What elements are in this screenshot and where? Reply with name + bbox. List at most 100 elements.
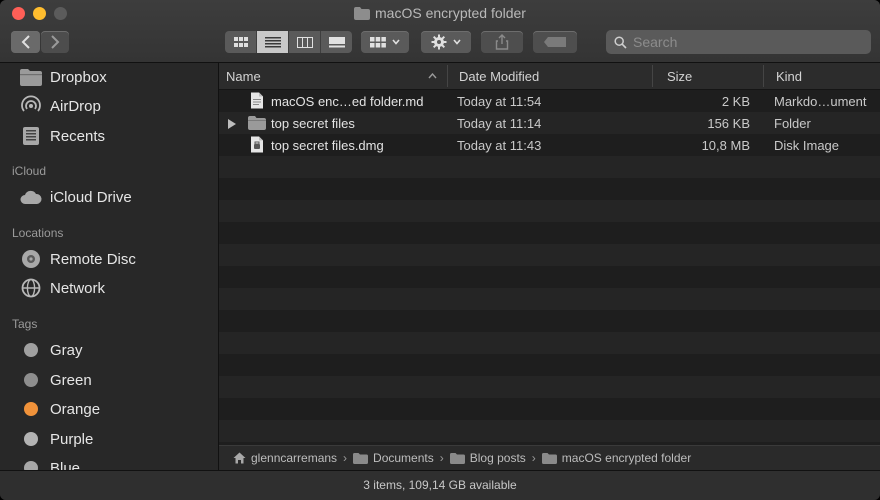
path-bar: glenncarremans › Documents › Blog posts …	[219, 445, 880, 470]
path-segment-current-folder[interactable]: macOS encrypted folder	[541, 451, 692, 465]
icon-view-button[interactable]	[225, 31, 257, 53]
path-separator-icon: ›	[343, 451, 348, 465]
file-kind: Disk Image	[774, 138, 840, 153]
sidebar-item-recents[interactable]: Recents	[20, 124, 105, 148]
column-view-button[interactable]	[289, 31, 321, 53]
column-header-kind[interactable]: Kind	[776, 69, 802, 84]
empty-row-stripe	[219, 156, 880, 178]
grid-icon	[233, 37, 248, 47]
gallery-icon	[328, 36, 345, 47]
search-field[interactable]: Search	[606, 30, 871, 54]
file-date: Today at 11:54	[457, 94, 542, 109]
search-placeholder: Search	[633, 34, 678, 50]
gallery-view-button[interactable]	[321, 31, 352, 53]
column-header-bar: Name Date Modified Size Kind	[219, 63, 880, 90]
file-list: macOS enc…ed folder.md Today at 11:54 2 …	[219, 90, 880, 444]
chevron-right-icon	[51, 35, 60, 49]
file-kind: Folder	[774, 116, 811, 131]
tag-color-dot-icon	[24, 402, 38, 416]
window-title-text: macOS encrypted folder	[375, 5, 526, 21]
empty-row-stripe	[219, 288, 880, 310]
sidebar: Dropbox AirDrop Recents iCloud iCloud Dr…	[0, 63, 219, 500]
sidebar-item-label: Green	[50, 371, 92, 389]
search-icon	[614, 35, 627, 49]
sidebar-item-label: Recents	[50, 127, 106, 145]
path-segment-documents[interactable]: Documents	[353, 451, 434, 465]
chevron-down-icon	[392, 39, 400, 45]
tags-button[interactable]	[533, 31, 577, 53]
file-row[interactable]: macOS enc…ed folder.md Today at 11:54 2 …	[219, 90, 880, 112]
window-title: macOS encrypted folder	[0, 5, 880, 21]
back-button[interactable]	[11, 31, 40, 53]
file-name: macOS enc…ed folder.md	[271, 94, 424, 109]
folder-icon	[353, 452, 369, 464]
dropbox-folder-icon	[20, 66, 42, 88]
file-row[interactable]: top secret files.dmg Today at 11:43 10,8…	[219, 134, 880, 156]
folder-icon	[354, 7, 371, 20]
globe-icon	[20, 277, 42, 299]
toolbar: macOS encrypted folder Search	[0, 0, 880, 63]
sidebar-item-icloud-drive[interactable]: iCloud Drive	[20, 185, 132, 209]
home-icon	[233, 452, 246, 464]
path-segment-blog-posts[interactable]: Blog posts	[449, 451, 526, 465]
sidebar-item-network[interactable]: Network	[20, 276, 105, 300]
disk-image-icon	[250, 136, 264, 156]
finder-window: macOS encrypted folder Search Dropbox Ai…	[0, 0, 880, 500]
tag-color-dot-icon	[24, 432, 38, 446]
path-segment-label: glenncarremans	[251, 451, 338, 465]
empty-row-stripe	[219, 244, 880, 266]
file-date: Today at 11:43	[457, 138, 542, 153]
group-grid-icon	[370, 36, 386, 47]
column-header-size[interactable]: Size	[667, 69, 692, 84]
path-segment-label: macOS encrypted folder	[561, 451, 692, 465]
sidebar-item-dropbox[interactable]: Dropbox	[20, 65, 107, 89]
column-divider[interactable]	[447, 65, 448, 87]
sidebar-item-remote-disc[interactable]: Remote Disc	[20, 247, 136, 271]
path-segment-label: Documents	[373, 451, 434, 465]
empty-row-stripe	[219, 420, 880, 442]
document-icon	[250, 92, 264, 112]
chevron-down-icon	[453, 39, 461, 45]
sidebar-item-label: Purple	[50, 430, 94, 448]
disclosure-triangle-icon[interactable]	[228, 117, 236, 132]
sidebar-item-label: Gray	[50, 341, 83, 359]
sidebar-item-label: AirDrop	[50, 97, 101, 115]
empty-row-stripe	[219, 376, 880, 398]
forward-button[interactable]	[41, 31, 69, 53]
tag-color-dot-icon	[24, 343, 38, 357]
share-button[interactable]	[481, 31, 523, 53]
file-name: top secret files	[271, 116, 355, 131]
share-icon	[495, 34, 509, 50]
cloud-icon	[20, 186, 42, 208]
path-segment-home[interactable]: glenncarremans	[233, 451, 337, 465]
folder-icon	[541, 452, 557, 464]
group-by-button[interactable]	[361, 31, 409, 53]
path-separator-icon: ›	[531, 451, 536, 465]
file-size: 156 KB	[707, 116, 750, 131]
sidebar-item-label: Dropbox	[50, 68, 107, 86]
column-divider[interactable]	[763, 65, 764, 87]
file-name: top secret files.dmg	[271, 138, 384, 153]
file-size: 10,8 MB	[701, 138, 750, 153]
tag-color-dot-icon	[24, 373, 38, 387]
tag-icon	[544, 37, 566, 47]
sidebar-item-tag-green[interactable]: Green	[20, 368, 92, 392]
column-header-name[interactable]: Name	[226, 69, 261, 84]
disc-icon	[20, 248, 42, 270]
file-row[interactable]: top secret files Today at 11:14 156 KB F…	[219, 112, 880, 134]
sidebar-item-tag-purple[interactable]: Purple	[20, 427, 93, 451]
sidebar-heading-locations: Locations	[12, 226, 64, 240]
gear-icon	[431, 34, 447, 50]
sidebar-item-tag-orange[interactable]: Orange	[20, 397, 100, 421]
sort-ascending-icon	[428, 73, 437, 79]
column-header-date[interactable]: Date Modified	[459, 69, 539, 84]
recents-icon	[20, 125, 42, 147]
column-divider[interactable]	[652, 65, 653, 87]
status-bar: 3 items, 109,14 GB available	[0, 470, 880, 500]
sidebar-item-airdrop[interactable]: AirDrop	[20, 94, 101, 118]
list-view-button[interactable]	[257, 31, 289, 53]
file-kind: Markdo…ument	[774, 94, 867, 109]
sidebar-item-tag-gray[interactable]: Gray	[20, 338, 83, 362]
sidebar-item-label: iCloud Drive	[50, 188, 132, 206]
action-menu-button[interactable]	[421, 31, 471, 53]
